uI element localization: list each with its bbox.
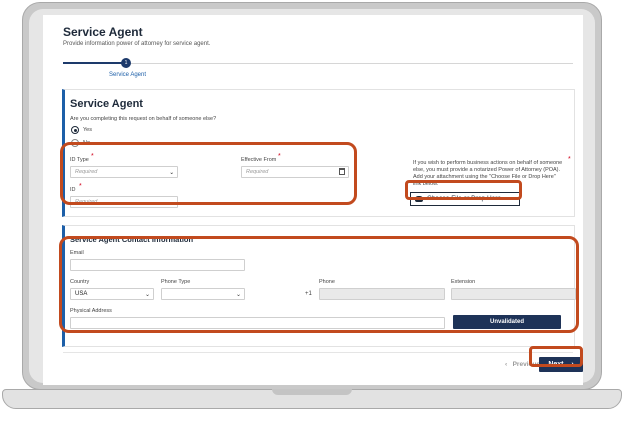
choose-file-label: Choose File or Drop Here — [427, 195, 502, 202]
chevron-left-icon: ‹ — [505, 361, 508, 368]
required-mark: * — [91, 153, 94, 160]
effective-from-label: Effective From — [241, 157, 277, 163]
address-label: Physical Address — [70, 308, 112, 314]
stepper-track — [63, 63, 573, 64]
id-label: ID — [70, 187, 76, 193]
id-type-placeholder: Required — [75, 169, 98, 175]
chevron-down-icon: ⌄ — [168, 170, 174, 176]
previous-label: Previous — [512, 361, 541, 368]
email-label: Email — [70, 250, 84, 256]
required-mark: * — [278, 153, 281, 160]
phone-type-label: Phone Type — [161, 279, 191, 285]
next-label: Next — [548, 361, 564, 368]
calendar-icon — [339, 168, 345, 175]
service-agent-title: Service Agent — [70, 98, 143, 110]
next-button[interactable]: Next › — [539, 357, 583, 372]
email-input[interactable] — [70, 259, 245, 271]
id-type-label: ID Type — [70, 157, 89, 163]
screen: Service Agent Provide information power … — [43, 15, 583, 385]
chevron-down-icon: ⌄ — [144, 292, 150, 298]
address-input[interactable] — [70, 317, 445, 329]
laptop-lid: Service Agent Provide information power … — [22, 2, 602, 390]
step-label: Service Agent — [109, 72, 147, 78]
extension-label: Extension — [451, 279, 476, 285]
laptop-bezel: Service Agent Provide information power … — [29, 9, 595, 385]
radio-no[interactable] — [71, 139, 79, 147]
required-mark: * — [568, 156, 571, 163]
phone-label: Phone — [319, 279, 335, 285]
phone-prefix: +1 — [305, 291, 312, 297]
stepper-progress — [63, 62, 123, 64]
effective-from-placeholder: Required — [246, 169, 269, 175]
phone-type-select[interactable]: ⌄ — [161, 288, 245, 300]
chevron-right-icon: › — [571, 361, 574, 368]
footer-divider — [63, 352, 573, 353]
radio-no-label: No — [83, 140, 91, 146]
phone-input[interactable] — [319, 288, 445, 300]
page-title: Service Agent — [63, 25, 143, 39]
extension-input[interactable] — [451, 288, 576, 300]
poa-instructions: If you wish to perform business actions … — [413, 160, 563, 188]
country-label: Country — [70, 279, 90, 285]
country-select[interactable]: USA ⌄ — [70, 288, 154, 300]
id-placeholder: Required — [75, 199, 98, 205]
id-input[interactable]: Required — [70, 196, 178, 208]
laptop-notch — [272, 389, 352, 395]
radio-yes[interactable] — [71, 126, 79, 134]
page-subtitle: Provide information power of attorney fo… — [63, 41, 211, 47]
chevron-down-icon: ⌄ — [235, 292, 241, 298]
unvalidated-button[interactable]: Unvalidated — [453, 315, 561, 329]
contact-title: Service Agent Contact Information — [70, 235, 194, 244]
country-value: USA — [75, 291, 88, 297]
id-type-select[interactable]: Required ⌄ — [70, 166, 178, 178]
behalf-question: Are you completing this request on behal… — [70, 116, 217, 122]
radio-yes-label: Yes — [83, 127, 92, 133]
required-mark: * — [79, 183, 82, 190]
cloud-upload-icon — [415, 196, 423, 202]
choose-file-button[interactable]: Choose File or Drop Here — [410, 192, 520, 206]
step-indicator: 1 — [121, 58, 131, 68]
previous-button[interactable]: ‹ Previous — [505, 361, 540, 368]
effective-from-input[interactable]: Required — [241, 166, 349, 178]
